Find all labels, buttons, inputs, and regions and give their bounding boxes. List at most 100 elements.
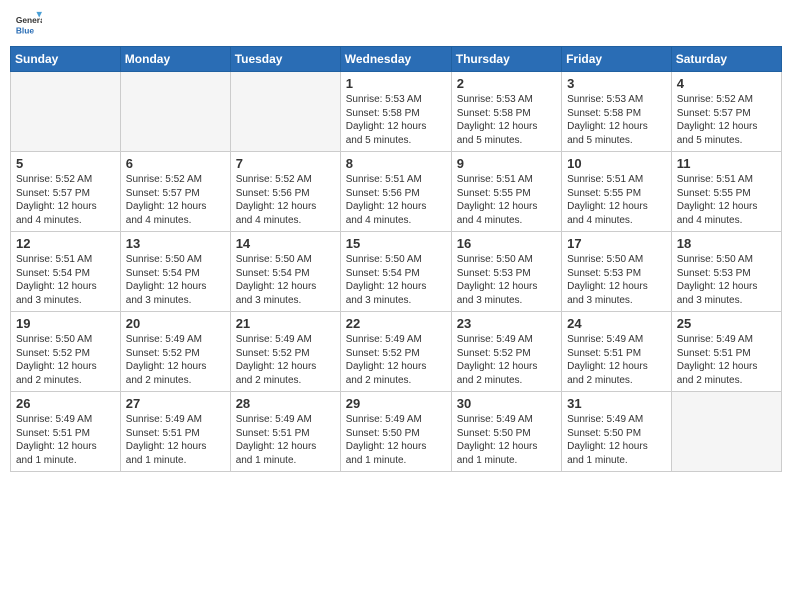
logo-icon: General Blue — [14, 10, 42, 38]
day-number: 10 — [567, 156, 666, 171]
calendar-week-row: 19 Sunrise: 5:50 AM Sunset: 5:52 PM Dayli… — [11, 312, 782, 392]
day-number: 7 — [236, 156, 335, 171]
calendar-cell: 25Sunrise: 5:49 AM Sunset: 5:51 PM Dayli… — [671, 312, 781, 392]
calendar-cell: 3 Sunrise: 5:53 AM Sunset: 5:58 PM Daylig… — [562, 72, 672, 152]
day-info: Sunrise: 5:50 AM Sunset: 5:53 PM Dayligh… — [457, 253, 556, 307]
day-number: 12 — [16, 236, 115, 251]
calendar-cell: 8 Sunrise: 5:51 AM Sunset: 5:56 PM Daylig… — [340, 152, 451, 232]
calendar-cell: 14 Sunrise: 5:50 AM Sunset: 5:54 PM Dayli… — [230, 232, 340, 312]
calendar-cell: 5Sunrise: 5:52 AM Sunset: 5:57 PM Daylig… — [11, 152, 121, 232]
day-info: Sunrise: 5:51 AM Sunset: 5:55 PM Dayligh… — [567, 173, 666, 227]
calendar-cell: 9 Sunrise: 5:51 AM Sunset: 5:55 PM Daylig… — [451, 152, 561, 232]
weekday-header-saturday: Saturday — [671, 47, 781, 72]
calendar-cell: 17 Sunrise: 5:50 AM Sunset: 5:53 PM Dayli… — [562, 232, 672, 312]
day-info: Sunrise: 5:52 AM Sunset: 5:57 PM Dayligh… — [677, 93, 776, 147]
day-info: Sunrise: 5:50 AM Sunset: 5:54 PM Dayligh… — [346, 253, 446, 307]
day-info: Sunrise: 5:52 AM Sunset: 5:56 PM Dayligh… — [236, 173, 335, 227]
day-number: 14 — [236, 236, 335, 251]
calendar-cell: 19 Sunrise: 5:50 AM Sunset: 5:52 PM Dayli… — [11, 312, 121, 392]
calendar-cell: 11Sunrise: 5:51 AM Sunset: 5:55 PM Dayli… — [671, 152, 781, 232]
day-number: 25 — [677, 316, 776, 331]
day-number: 26 — [16, 396, 115, 411]
calendar-cell: 26 Sunrise: 5:49 AM Sunset: 5:51 PM Dayli… — [11, 392, 121, 472]
day-info: Sunrise: 5:53 AM Sunset: 5:58 PM Dayligh… — [346, 93, 446, 147]
day-info: Sunrise: 5:50 AM Sunset: 5:54 PM Dayligh… — [236, 253, 335, 307]
calendar-cell: 2Sunrise: 5:53 AM Sunset: 5:58 PM Daylig… — [451, 72, 561, 152]
day-number: 24 — [567, 316, 666, 331]
day-number: 15 — [346, 236, 446, 251]
page-header: General Blue — [10, 10, 782, 38]
calendar-table: SundayMondayTuesdayWednesdayThursdayFrid… — [10, 46, 782, 472]
calendar-cell: 13 Sunrise: 5:50 AM Sunset: 5:54 PM Dayli… — [120, 232, 230, 312]
day-number: 31 — [567, 396, 666, 411]
weekday-header-friday: Friday — [562, 47, 672, 72]
day-number: 3 — [567, 76, 666, 91]
day-info: Sunrise: 5:49 AM Sunset: 5:52 PM Dayligh… — [457, 333, 556, 387]
calendar-cell: 24 Sunrise: 5:49 AM Sunset: 5:51 PM Dayli… — [562, 312, 672, 392]
day-info: Sunrise: 5:50 AM Sunset: 5:53 PM Dayligh… — [567, 253, 666, 307]
calendar-cell — [11, 72, 121, 152]
day-number: 9 — [457, 156, 556, 171]
day-info: Sunrise: 5:51 AM Sunset: 5:55 PM Dayligh… — [457, 173, 556, 227]
day-info: Sunrise: 5:53 AM Sunset: 5:58 PM Dayligh… — [457, 93, 556, 147]
day-info: Sunrise: 5:49 AM Sunset: 5:52 PM Dayligh… — [126, 333, 225, 387]
calendar-cell: 4 Sunrise: 5:52 AM Sunset: 5:57 PM Daylig… — [671, 72, 781, 152]
day-number: 22 — [346, 316, 446, 331]
day-info: Sunrise: 5:49 AM Sunset: 5:50 PM Dayligh… — [457, 413, 556, 467]
calendar-cell: 20 Sunrise: 5:49 AM Sunset: 5:52 PM Dayli… — [120, 312, 230, 392]
day-info: Sunrise: 5:49 AM Sunset: 5:51 PM Dayligh… — [567, 333, 666, 387]
day-number: 20 — [126, 316, 225, 331]
day-info: Sunrise: 5:50 AM Sunset: 5:54 PM Dayligh… — [126, 253, 225, 307]
calendar-cell: 29 Sunrise: 5:49 AM Sunset: 5:50 PM Dayli… — [340, 392, 451, 472]
day-number: 30 — [457, 396, 556, 411]
day-info: Sunrise: 5:52 AM Sunset: 5:57 PM Dayligh… — [16, 173, 115, 227]
calendar-cell: 15 Sunrise: 5:50 AM Sunset: 5:54 PM Dayli… — [340, 232, 451, 312]
calendar-cell: 16 Sunrise: 5:50 AM Sunset: 5:53 PM Dayli… — [451, 232, 561, 312]
calendar-week-row: 5Sunrise: 5:52 AM Sunset: 5:57 PM Daylig… — [11, 152, 782, 232]
calendar-cell: 23 Sunrise: 5:49 AM Sunset: 5:52 PM Dayli… — [451, 312, 561, 392]
calendar-week-row: 26 Sunrise: 5:49 AM Sunset: 5:51 PM Dayli… — [11, 392, 782, 472]
day-number: 18 — [677, 236, 776, 251]
day-info: Sunrise: 5:49 AM Sunset: 5:52 PM Dayligh… — [236, 333, 335, 387]
day-info: Sunrise: 5:51 AM Sunset: 5:56 PM Dayligh… — [346, 173, 446, 227]
day-info: Sunrise: 5:53 AM Sunset: 5:58 PM Dayligh… — [567, 93, 666, 147]
calendar-cell: 31 Sunrise: 5:49 AM Sunset: 5:50 PM Dayli… — [562, 392, 672, 472]
day-number: 8 — [346, 156, 446, 171]
day-info: Sunrise: 5:52 AM Sunset: 5:57 PM Dayligh… — [126, 173, 225, 227]
calendar-cell: 10 Sunrise: 5:51 AM Sunset: 5:55 PM Dayli… — [562, 152, 672, 232]
day-number: 19 — [16, 316, 115, 331]
day-number: 16 — [457, 236, 556, 251]
day-info: Sunrise: 5:51 AM Sunset: 5:55 PM Dayligh… — [677, 173, 776, 227]
calendar-cell: 6 Sunrise: 5:52 AM Sunset: 5:57 PM Daylig… — [120, 152, 230, 232]
calendar-week-row: 1 Sunrise: 5:53 AM Sunset: 5:58 PM Daylig… — [11, 72, 782, 152]
calendar-cell — [671, 392, 781, 472]
calendar-cell: 7 Sunrise: 5:52 AM Sunset: 5:56 PM Daylig… — [230, 152, 340, 232]
weekday-header-monday: Monday — [120, 47, 230, 72]
calendar-cell — [230, 72, 340, 152]
weekday-header-wednesday: Wednesday — [340, 47, 451, 72]
svg-text:General: General — [16, 15, 42, 25]
calendar-cell: 18Sunrise: 5:50 AM Sunset: 5:53 PM Dayli… — [671, 232, 781, 312]
day-number: 4 — [677, 76, 776, 91]
day-number: 29 — [346, 396, 446, 411]
weekday-header-sunday: Sunday — [11, 47, 121, 72]
day-info: Sunrise: 5:50 AM Sunset: 5:52 PM Dayligh… — [16, 333, 115, 387]
day-info: Sunrise: 5:49 AM Sunset: 5:51 PM Dayligh… — [236, 413, 335, 467]
day-number: 23 — [457, 316, 556, 331]
day-number: 13 — [126, 236, 225, 251]
day-number: 6 — [126, 156, 225, 171]
calendar-cell: 21Sunrise: 5:49 AM Sunset: 5:52 PM Dayli… — [230, 312, 340, 392]
day-number: 17 — [567, 236, 666, 251]
day-number: 27 — [126, 396, 225, 411]
weekday-header-row: SundayMondayTuesdayWednesdayThursdayFrid… — [11, 47, 782, 72]
day-info: Sunrise: 5:49 AM Sunset: 5:50 PM Dayligh… — [567, 413, 666, 467]
day-number: 28 — [236, 396, 335, 411]
day-info: Sunrise: 5:49 AM Sunset: 5:51 PM Dayligh… — [16, 413, 115, 467]
day-info: Sunrise: 5:49 AM Sunset: 5:51 PM Dayligh… — [126, 413, 225, 467]
day-info: Sunrise: 5:49 AM Sunset: 5:52 PM Dayligh… — [346, 333, 446, 387]
day-number: 1 — [346, 76, 446, 91]
day-info: Sunrise: 5:49 AM Sunset: 5:50 PM Dayligh… — [346, 413, 446, 467]
calendar-cell — [120, 72, 230, 152]
calendar-cell: 28 Sunrise: 5:49 AM Sunset: 5:51 PM Dayli… — [230, 392, 340, 472]
weekday-header-tuesday: Tuesday — [230, 47, 340, 72]
